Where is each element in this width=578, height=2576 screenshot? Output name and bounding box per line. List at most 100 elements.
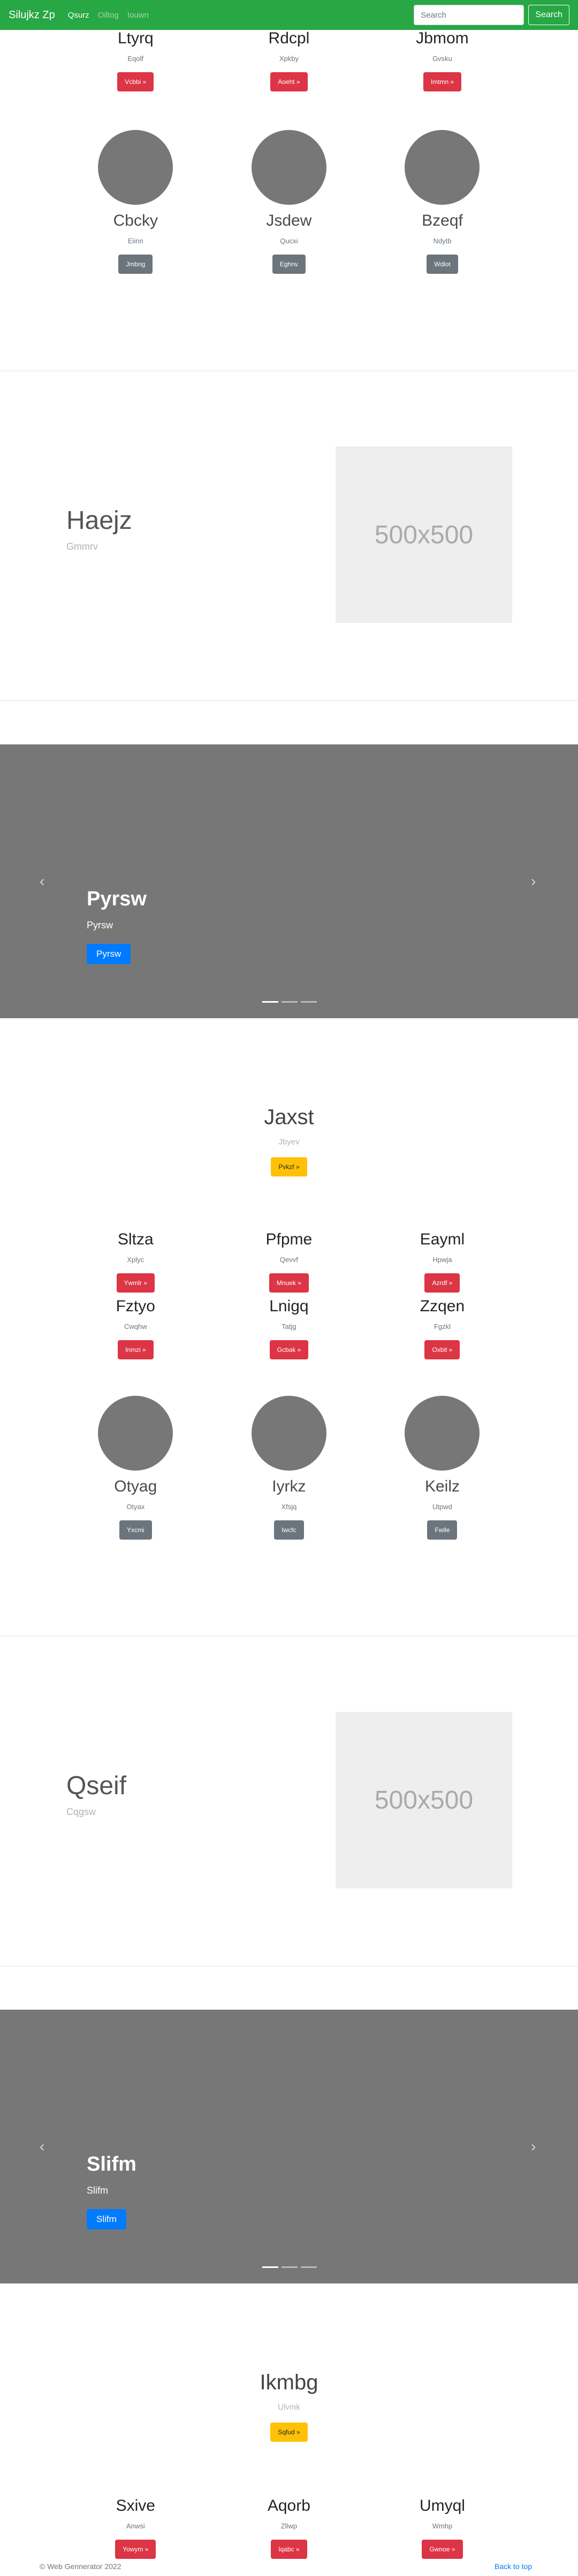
card-title: Aqorb: [267, 2497, 310, 2515]
carousel-caption-text: Slifm: [87, 2185, 108, 2196]
carousel-caption-title: Pyrsw: [87, 888, 147, 910]
card: Jbmom Gvsku Imtmn »: [366, 29, 519, 91]
carousel-button[interactable]: Slifm: [87, 2209, 126, 2229]
card-button[interactable]: Aoeht »: [270, 72, 308, 91]
carousel-indicator[interactable]: [282, 2266, 298, 2268]
carousel-indicator[interactable]: [301, 2266, 317, 2268]
person-button[interactable]: Iwcfc: [274, 1520, 304, 1540]
nav-link-3[interactable]: Iouwn: [127, 11, 149, 20]
card-text: Anwsi: [126, 2522, 145, 2530]
person-card: Iyrkz Xfsjq Iwcfc: [212, 1396, 366, 1540]
card: Eayml Hpwja Azrdf »: [366, 1230, 519, 1293]
avatar: [405, 1396, 480, 1471]
carousel-caption-text: Pyrsw: [87, 920, 113, 931]
feature-image: 500x500: [336, 1712, 512, 1888]
card: Sltza Xplyc Ywmlr »: [59, 1230, 212, 1293]
person-name: Bzeqf: [422, 212, 463, 229]
card: Pfpme Qevvf Mnuek »: [212, 1230, 366, 1293]
card-title: Pfpme: [265, 1231, 313, 1248]
carousel-prev-icon[interactable]: ‹: [40, 2139, 44, 2154]
carousel-indicator[interactable]: [262, 2266, 278, 2268]
card-button[interactable]: Gwnoe »: [422, 2540, 463, 2559]
card: Lnigq Tatjg Gcbak »: [212, 1297, 366, 1359]
jumbotron-button[interactable]: Sqfud »: [270, 2423, 308, 2442]
avatar: [98, 1396, 173, 1471]
card-button[interactable]: Mnuek »: [269, 1273, 309, 1293]
carousel-next-icon[interactable]: ›: [531, 2139, 536, 2154]
person-name: Otyag: [114, 1478, 157, 1495]
carousel-button[interactable]: Pyrsw: [87, 944, 131, 964]
person-button[interactable]: Fwlle: [427, 1520, 458, 1540]
carousel: ‹ › Slifm Slifm Slifm: [0, 2010, 578, 2283]
card-title: Umyql: [419, 2497, 465, 2515]
card-title: Sltza: [117, 1231, 154, 1248]
feature-subheading: Gmmrv: [66, 541, 98, 552]
feature-heading: Haejz: [66, 506, 132, 535]
person-card: Bzeqf Ndytb Wdlot: [366, 130, 519, 274]
person-name: Jsdew: [266, 212, 312, 229]
carousel-indicator[interactable]: [301, 1001, 317, 1003]
person-name: Iyrkz: [272, 1478, 306, 1495]
card-title: Eayml: [420, 1231, 465, 1248]
card-title: Fztyo: [116, 1297, 155, 1315]
search-input[interactable]: [414, 5, 524, 25]
card-row: Sxive Anwsi Yowym » Aqorb Zllwp Iqabc » …: [59, 2496, 519, 2559]
card-button[interactable]: Ywmlr »: [116, 1273, 155, 1293]
card: Fztyo Cwqhw Inmzi »: [59, 1297, 212, 1359]
jumbotron-title: Ikmbg: [260, 2371, 318, 2394]
jumbotron: Jaxst Jbyev Pvkzf »: [0, 1104, 578, 1176]
nav-link-1[interactable]: Qsurz: [68, 11, 89, 20]
card-button[interactable]: Inmzi »: [117, 1340, 154, 1359]
person-text: Ndytb: [433, 237, 452, 245]
feature-image: 500x500: [336, 447, 512, 623]
person-text: Otyax: [126, 1503, 145, 1511]
search-button[interactable]: Search: [528, 5, 569, 25]
carousel-prev-icon[interactable]: ‹: [40, 874, 44, 889]
carousel-caption-title: Slifm: [87, 2153, 136, 2175]
person-text: Qucxi: [280, 237, 298, 245]
carousel-indicators: [262, 2266, 317, 2268]
person-button[interactable]: Eghnv: [272, 255, 306, 274]
card-title: Rdcpl: [268, 29, 310, 47]
jumbotron-text: Ulvmk: [278, 2403, 300, 2412]
card-row: Sltza Xplyc Ywmlr » Pfpme Qevvf Mnuek » …: [59, 1230, 519, 1293]
card-row: Ltyrq Eqolf Vcbbi » Rdcpl Xpkby Aoeht » …: [59, 29, 519, 91]
person-text: Xfsjq: [281, 1503, 297, 1511]
card-title: Jbmom: [416, 29, 469, 47]
jumbotron-button[interactable]: Pvkzf »: [271, 1157, 307, 1176]
card-button[interactable]: Imtmn »: [423, 72, 462, 91]
card-text: Fgzkl: [434, 1322, 451, 1331]
card-text: Gvsku: [432, 55, 452, 63]
card-button[interactable]: Vcbbi »: [117, 72, 154, 91]
carousel-next-icon[interactable]: ›: [531, 874, 536, 889]
card-text: Hpwja: [432, 1256, 452, 1264]
card: Rdcpl Xpkby Aoeht »: [212, 29, 366, 91]
card-button[interactable]: Iqabc »: [271, 2540, 307, 2559]
person-name: Cbcky: [113, 212, 158, 229]
navbar-search-form: Search: [414, 5, 569, 25]
card: Sxive Anwsi Yowym »: [59, 2496, 212, 2559]
person-button[interactable]: Jmbng: [118, 255, 153, 274]
carousel-indicators: [262, 1001, 317, 1003]
card-button[interactable]: Yowym »: [115, 2540, 156, 2559]
card-text: Qevvf: [279, 1256, 298, 1264]
people-row: Otyag Otyax Yxcmi Iyrkz Xfsjq Iwcfc Keil…: [59, 1396, 519, 1540]
person-button[interactable]: Yxcmi: [119, 1520, 152, 1540]
card-text: Xplyc: [127, 1256, 144, 1264]
jumbotron-text: Jbyev: [278, 1137, 300, 1147]
carousel-indicator[interactable]: [262, 1001, 278, 1003]
navbar: Silujkz Zp Qsurz Oiltog Iouwn Search: [0, 0, 578, 30]
card-button[interactable]: Azrdf »: [424, 1273, 460, 1293]
card: Aqorb Zllwp Iqabc »: [212, 2496, 366, 2559]
card-button[interactable]: Gcbak »: [269, 1340, 309, 1359]
back-to-top-link[interactable]: Back to top: [495, 2562, 532, 2571]
navbar-brand[interactable]: Silujkz Zp: [9, 9, 55, 21]
person-button[interactable]: Wdlot: [427, 255, 458, 274]
person-card: Cbcky Eiinn Jmbng: [59, 130, 212, 274]
footer-copyright: © Web Gennerator 2022: [40, 2562, 121, 2571]
card-text: Eqolf: [127, 55, 144, 63]
nav-link-2[interactable]: Oiltog: [98, 11, 119, 20]
avatar: [405, 130, 480, 205]
carousel-indicator[interactable]: [282, 1001, 298, 1003]
card-button[interactable]: Oxbit »: [424, 1340, 460, 1359]
